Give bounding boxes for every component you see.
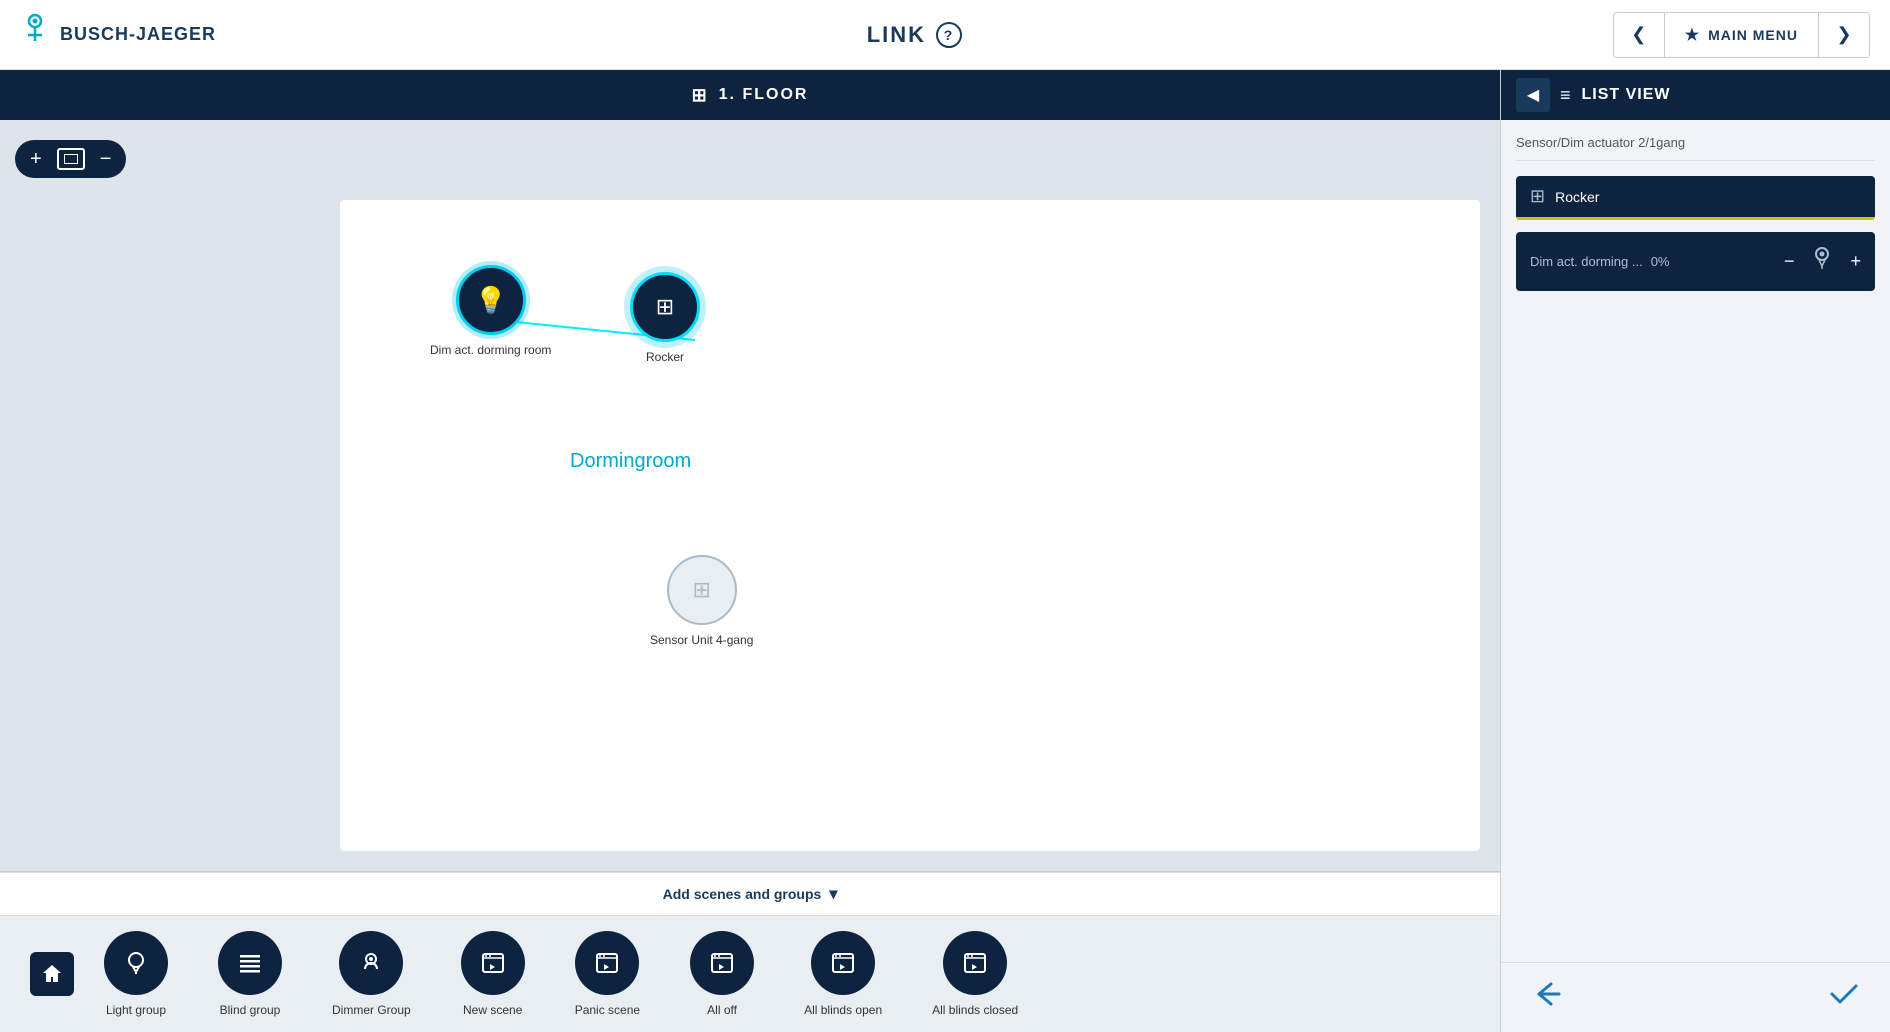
rocker-list-card[interactable]: ⊞ Rocker <box>1516 176 1875 220</box>
zoom-out-button[interactable]: − <box>100 149 112 169</box>
panic-scene-label: Panic scene <box>575 1003 640 1017</box>
confirm-button[interactable] <box>1828 980 1860 1015</box>
list-view-subtitle: Sensor/Dim actuator 2/1gang <box>1516 135 1875 161</box>
back-button[interactable] <box>1531 980 1563 1015</box>
add-scenes-bar[interactable]: Add scenes and groups ▾ <box>0 872 1500 916</box>
floor-icon: ⊞ <box>692 85 709 106</box>
dim-act-card-label: Dim act. dorming ... <box>1530 254 1643 269</box>
logo-icon <box>20 13 50 56</box>
chevron-down-icon: ▾ <box>829 884 837 904</box>
bottom-bar: Add scenes and groups ▾ <box>0 871 1500 1032</box>
canvas-wrapper: + − 💡 Dim act. dorming room <box>0 120 1500 871</box>
rocker-icon: ⊞ <box>656 294 674 320</box>
rocker-node[interactable]: ⊞ Rocker <box>630 272 700 364</box>
right-panel-footer <box>1501 962 1890 1032</box>
new-scene-label: New scene <box>463 1003 522 1017</box>
floor-canvas: 💡 Dim act. dorming room ⊞ Rocker Dorming… <box>340 200 1480 851</box>
right-panel: ◀ ≡ LIST VIEW Sensor/Dim actuator 2/1gan… <box>1500 70 1890 1032</box>
all-blinds-open-label: All blinds open <box>804 1003 882 1017</box>
bottom-item-all-off[interactable]: All off <box>690 931 754 1017</box>
zoom-fit-button[interactable] <box>57 148 85 170</box>
dim-act-card-content: Dim act. dorming ... 0% − <box>1516 232 1875 291</box>
header-center: LINK ? <box>867 22 962 48</box>
dim-light-icon <box>1810 244 1834 279</box>
floor-header: ⊞ 1. FLOOR <box>0 70 1500 120</box>
all-off-icon <box>690 931 754 995</box>
all-blinds-closed-icon <box>943 931 1007 995</box>
new-scene-icon <box>461 931 525 995</box>
zoom-fit-icon <box>64 154 78 164</box>
blind-group-label: Blind group <box>220 1003 281 1017</box>
bottom-icons-row: Light group Blind group <box>0 916 1500 1032</box>
add-scenes-label: Add scenes and groups <box>663 886 822 902</box>
panic-scene-icon <box>575 931 639 995</box>
rocker-label: Rocker <box>646 350 684 364</box>
light-group-label: Light group <box>106 1003 166 1017</box>
bottom-item-blind-group[interactable]: Blind group <box>218 931 282 1017</box>
logo-text: BUSCH-JAEGER <box>60 24 216 45</box>
star-icon: ★ <box>1685 25 1700 45</box>
rocker-card-icon: ⊞ <box>1530 186 1545 207</box>
sensor-label: Sensor Unit 4-gang <box>650 633 753 647</box>
list-view-title: LIST VIEW <box>1582 86 1671 104</box>
all-blinds-open-icon <box>811 931 875 995</box>
dimmer-group-icon <box>339 931 403 995</box>
rocker-circle: ⊞ <box>630 272 700 342</box>
list-view-header: ◀ ≡ LIST VIEW <box>1501 70 1890 120</box>
zoom-controls: + − <box>15 140 126 178</box>
main-menu-button[interactable]: ★ MAIN MENU <box>1664 13 1819 57</box>
header-nav: ❮ ★ MAIN MENU ❯ <box>1613 12 1870 58</box>
app-title: LINK <box>867 22 926 48</box>
floor-title: 1. FLOOR <box>719 86 809 104</box>
list-view-icon: ≡ <box>1560 85 1572 106</box>
dimmer-group-label: Dimmer Group <box>332 1003 411 1017</box>
dim-act-circle: 💡 <box>456 265 526 335</box>
bottom-item-panic-scene[interactable]: Panic scene <box>575 931 640 1017</box>
dim-act-node[interactable]: 💡 Dim act. dorming room <box>430 265 551 357</box>
list-view-content: Sensor/Dim actuator 2/1gang ⊞ Rocker Dim… <box>1501 120 1890 962</box>
logo-area: BUSCH-JAEGER <box>20 13 216 56</box>
light-group-icon <box>104 931 168 995</box>
all-off-label: All off <box>707 1003 737 1017</box>
dim-act-label: Dim act. dorming room <box>430 343 551 357</box>
nav-prev-button[interactable]: ❮ <box>1614 13 1664 57</box>
rocker-card-label: Rocker <box>1555 189 1599 205</box>
sensor-icon: ⊞ <box>692 577 710 603</box>
left-panel: ⊞ 1. FLOOR + − 💡 <box>0 70 1500 1032</box>
header: BUSCH-JAEGER LINK ? ❮ ★ MAIN MENU ❯ <box>0 0 1890 70</box>
main-container: ⊞ 1. FLOOR + − 💡 <box>0 70 1890 1032</box>
home-button[interactable] <box>30 952 74 996</box>
bottom-item-all-blinds-closed[interactable]: All blinds closed <box>932 931 1018 1017</box>
sensor-circle: ⊞ <box>667 555 737 625</box>
dim-act-list-card[interactable]: Dim act. dorming ... 0% − <box>1516 232 1875 291</box>
bottom-item-new-scene[interactable]: New scene <box>461 931 525 1017</box>
room-label: Dormingroom <box>570 450 691 473</box>
help-button[interactable]: ? <box>936 22 962 48</box>
bottom-item-light-group[interactable]: Light group <box>104 931 168 1017</box>
bottom-items-list: Light group Blind group <box>104 931 1018 1017</box>
main-menu-label: MAIN MENU <box>1708 27 1798 43</box>
blind-group-icon <box>218 931 282 995</box>
rocker-card-top: ⊞ Rocker <box>1516 176 1875 220</box>
zoom-in-button[interactable]: + <box>30 149 42 169</box>
dim-increase-button[interactable]: + <box>1850 251 1861 272</box>
nav-next-button[interactable]: ❯ <box>1819 13 1869 57</box>
bulb-icon: 💡 <box>475 285 507 316</box>
collapse-button[interactable]: ◀ <box>1516 78 1550 112</box>
dim-act-percent: 0% <box>1651 254 1670 269</box>
all-blinds-closed-label: All blinds closed <box>932 1003 1018 1017</box>
bottom-item-all-blinds-open[interactable]: All blinds open <box>804 931 882 1017</box>
dim-decrease-button[interactable]: − <box>1784 251 1795 272</box>
dim-act-controls: − + <box>1784 244 1861 279</box>
sensor-node[interactable]: ⊞ Sensor Unit 4-gang <box>650 555 753 647</box>
bottom-item-dimmer-group[interactable]: Dimmer Group <box>332 931 411 1017</box>
